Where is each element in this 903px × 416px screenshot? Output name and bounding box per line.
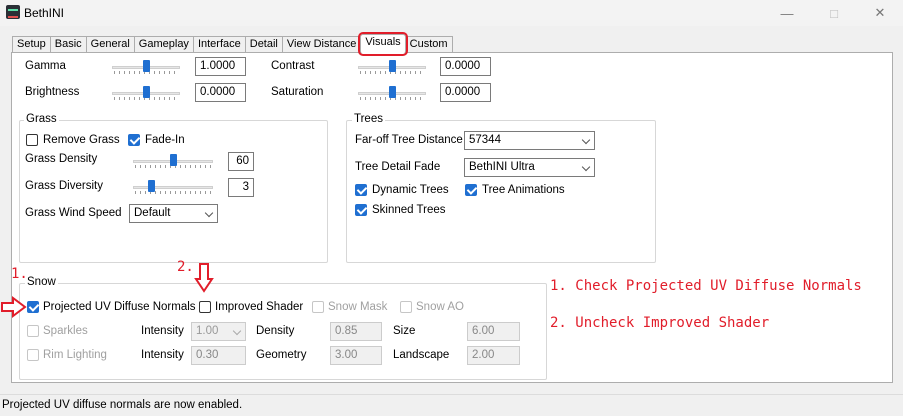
fade-in-checkbox[interactable] [128, 134, 140, 146]
tree-animations-checkbox[interactable] [465, 184, 477, 196]
tab-visuals[interactable]: Visuals [358, 32, 408, 56]
grass-density-slider[interactable] [133, 153, 213, 169]
grass-diversity-field[interactable]: 3 [228, 178, 254, 197]
projected-uv-checkbox[interactable] [27, 301, 39, 313]
remove-grass-label: Remove Grass [43, 134, 120, 146]
far-off-tree-distance-label: Far-off Tree Distance [355, 134, 463, 146]
maximize-icon: □ [830, 5, 838, 21]
tab-interface[interactable]: Interface [192, 36, 246, 53]
sparkles-label: Sparkles [43, 325, 88, 337]
sparkles-intensity-value: 1.00 [196, 325, 219, 337]
grass-wind-speed-label: Grass Wind Speed [25, 207, 122, 219]
sparkles-intensity-select[interactable]: 1.00 [191, 322, 246, 341]
snow-ao-label: Snow AO [416, 301, 464, 313]
grass-density-label: Grass Density [25, 153, 98, 165]
title-bar: BethINI — □ ✕ [0, 0, 903, 26]
annotation-marker-1: 1. [11, 266, 28, 282]
gamma-slider[interactable] [112, 59, 180, 75]
dynamic-trees-checkbox[interactable] [355, 184, 367, 196]
rim-lighting-checkbox[interactable] [27, 349, 39, 361]
saturation-field[interactable]: 0.0000 [440, 83, 491, 102]
contrast-slider[interactable] [358, 59, 426, 75]
tab-general[interactable]: General [85, 36, 135, 53]
chevron-down-icon [581, 162, 591, 172]
saturation-label: Saturation [271, 86, 324, 98]
right-arrow-icon [1, 296, 27, 318]
snow-mask-label: Snow Mask [328, 301, 388, 313]
improved-shader-checkbox[interactable] [199, 301, 211, 313]
grass-density-field[interactable]: 60 [228, 152, 254, 171]
geometry-label: Geometry [256, 349, 307, 361]
tree-detail-fade-select[interactable]: BethINI Ultra [464, 158, 595, 177]
rim-lighting-label: Rim Lighting [43, 349, 107, 361]
remove-grass-checkbox[interactable] [26, 134, 38, 146]
chevron-down-icon [232, 326, 242, 336]
rim-intensity-field[interactable]: 0.30 [191, 346, 246, 365]
tab-setup[interactable]: Setup [12, 36, 51, 53]
snow-size-field[interactable]: 6.00 [467, 322, 520, 341]
snow-ao-checkbox[interactable] [400, 301, 412, 313]
grass-wind-speed-select[interactable]: Default [129, 204, 218, 223]
density-label: Density [256, 325, 295, 337]
saturation-slider[interactable] [358, 85, 426, 101]
grass-diversity-label: Grass Diversity [25, 180, 103, 192]
client-area: Setup Basic General Gameplay Interface D… [0, 26, 903, 416]
window-title: BethINI [24, 6, 65, 20]
maximize-button[interactable]: □ [811, 0, 857, 26]
far-off-tree-distance-value: 57344 [469, 134, 501, 146]
app-icon [6, 5, 20, 19]
trees-group-title: Trees [352, 113, 385, 125]
status-text: Projected UV diffuse normals are now ena… [2, 399, 243, 411]
chevron-down-icon [204, 208, 214, 218]
annotation-marker-2: 2. [177, 259, 194, 275]
fade-in-label: Fade-In [145, 134, 185, 146]
improved-shader-label: Improved Shader [215, 301, 304, 313]
minimize-icon: — [780, 5, 794, 21]
tab-detail[interactable]: Detail [244, 36, 283, 53]
annotation-step-1: 1. Check Projected UV Diffuse Normals [550, 278, 862, 294]
grass-group-title: Grass [24, 113, 59, 125]
tree-detail-fade-label: Tree Detail Fade [355, 161, 441, 173]
tab-view-distance[interactable]: View Distance [281, 36, 362, 53]
snow-mask-checkbox[interactable] [312, 301, 324, 313]
tab-gameplay[interactable]: Gameplay [133, 36, 194, 53]
tree-detail-fade-value: BethINI Ultra [469, 161, 535, 173]
skinned-trees-checkbox[interactable] [355, 204, 367, 216]
sparkles-checkbox[interactable] [27, 325, 39, 337]
visuals-panel: Gamma 1.0000 Brightness 0.0000 Contrast … [1, 52, 893, 383]
chevron-down-icon [581, 135, 591, 145]
tab-basic[interactable]: Basic [49, 36, 87, 53]
dynamic-trees-label: Dynamic Trees [372, 184, 449, 196]
contrast-label: Contrast [271, 60, 315, 72]
intensity-label: Intensity [141, 349, 184, 361]
brightness-slider[interactable] [112, 85, 180, 101]
intensity-label: Intensity [141, 325, 184, 337]
projected-uv-label: Projected UV Diffuse Normals [43, 301, 196, 313]
annotation-step-2: 2. Uncheck Improved Shader [550, 315, 770, 331]
tab-strip: Setup Basic General Gameplay Interface D… [12, 32, 453, 56]
grass-wind-speed-value: Default [134, 207, 171, 219]
landscape-label: Landscape [393, 349, 450, 361]
close-icon: ✕ [874, 5, 886, 20]
size-label: Size [393, 325, 416, 337]
brightness-label: Brightness [25, 86, 80, 98]
gamma-field[interactable]: 1.0000 [195, 57, 246, 76]
snow-geometry-field[interactable]: 3.00 [330, 346, 382, 365]
contrast-field[interactable]: 0.0000 [440, 57, 491, 76]
gamma-label: Gamma [25, 60, 66, 72]
tree-animations-label: Tree Animations [482, 184, 565, 196]
snow-density-field[interactable]: 0.85 [330, 322, 382, 341]
far-off-tree-distance-select[interactable]: 57344 [464, 131, 595, 150]
tab-custom[interactable]: Custom [404, 36, 453, 53]
skinned-trees-label: Skinned Trees [372, 204, 446, 216]
brightness-field[interactable]: 0.0000 [195, 83, 246, 102]
status-bar: Projected UV diffuse normals are now ena… [0, 394, 903, 416]
close-button[interactable]: ✕ [857, 0, 903, 26]
snow-group-title: Snow [25, 276, 58, 288]
grass-diversity-slider[interactable] [133, 179, 213, 195]
down-arrow-icon [194, 263, 214, 293]
minimize-button[interactable]: — [764, 0, 810, 26]
snow-landscape-field[interactable]: 2.00 [467, 346, 520, 365]
